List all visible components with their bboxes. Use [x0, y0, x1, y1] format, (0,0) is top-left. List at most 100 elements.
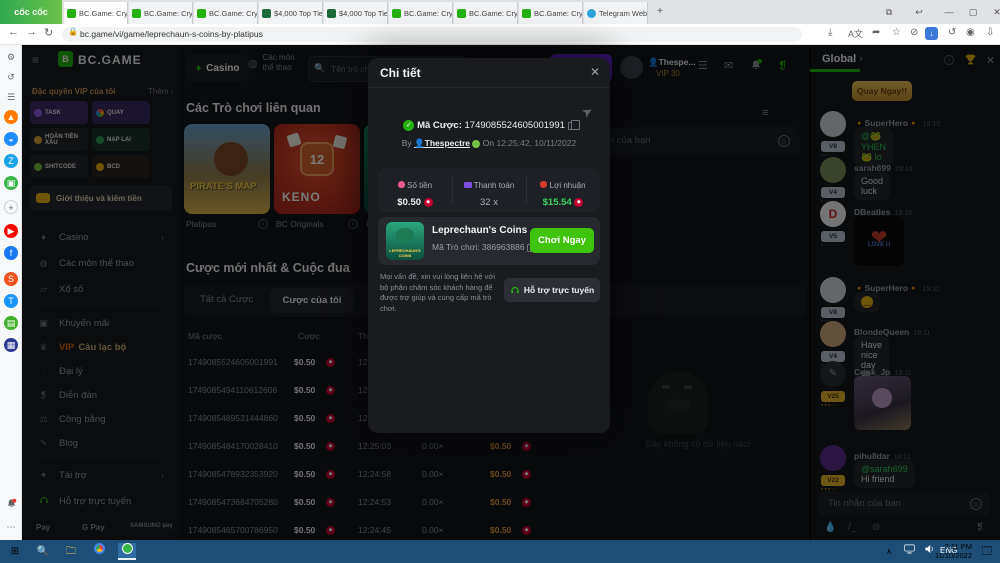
emoji-picker-icon[interactable]: ☺	[778, 135, 790, 147]
back-icon[interactable]: ←	[8, 26, 19, 38]
browser-tab[interactable]: BC.Game: Crypto×	[194, 2, 258, 24]
tiki-icon[interactable]: T	[4, 294, 18, 308]
session-restore-icon[interactable]: ↩	[908, 0, 930, 24]
tab-all-bets[interactable]: Tất cả Cược	[200, 294, 253, 305]
vip-tile-bcd[interactable]: BCD	[92, 155, 150, 178]
copy-icon[interactable]	[568, 122, 575, 130]
chat-toggle-icon[interactable]: ❡	[778, 59, 787, 72]
message-bubble[interactable]: @sarah699 Hi friend	[854, 460, 915, 488]
sidebar-item-affiliate[interactable]: ◌Đại lý	[30, 359, 172, 383]
sidebar-item-casino[interactable]: ♦Casino›	[30, 225, 172, 249]
chat-bubble-icon[interactable]: ❡	[976, 522, 984, 533]
spin-now-button[interactable]: Quay Ngay!!	[852, 81, 912, 101]
vip-tile-reload[interactable]: NẠP LẠI	[92, 128, 150, 151]
file-explorer-icon[interactable]: 🗀	[62, 543, 80, 560]
history-icon[interactable]: ↺	[4, 70, 18, 84]
info-icon[interactable]: i	[258, 219, 268, 229]
comments-sort-icon[interactable]: ≡	[762, 107, 768, 119]
taskbar-search-icon[interactable]: 🔍	[34, 543, 52, 560]
mail-icon[interactable]: ✉	[724, 59, 733, 72]
new-tab-button[interactable]: +	[652, 4, 668, 20]
sports-tab-button[interactable]: ◍ Các mônthể thao	[248, 53, 295, 74]
notifications-bell-icon[interactable]	[4, 498, 18, 512]
minimize-button[interactable]: —	[938, 0, 960, 24]
browser-tab[interactable]: BC.Game: Crypto×	[519, 2, 583, 24]
sidebar-item-promotions[interactable]: ▣Khuyến mãi	[30, 311, 172, 335]
sidebar-item-vip-club[interactable]: ♛VIPCâu lạc bộ	[30, 335, 172, 359]
reading-list-icon[interactable]: ☰	[4, 90, 18, 104]
coccoc-logo[interactable]: cốc cốc	[0, 0, 62, 24]
live-support-button[interactable]: Hỗ trợ trực tuyến	[504, 278, 600, 302]
vip-tile-rakeback[interactable]: HOÀN TIỀN XẤU	[30, 128, 88, 151]
avatar[interactable]	[820, 157, 846, 183]
chat-input[interactable]: Tin nhắn của bạn	[818, 491, 990, 517]
sidebar-item-sports[interactable]: ◍Các môn thể thao	[30, 251, 172, 275]
settings-gear-icon[interactable]: ⚙	[4, 50, 18, 64]
downloads-tray-icon[interactable]: ⇩	[986, 27, 994, 38]
coccoc-taskbar-icon[interactable]	[118, 543, 136, 560]
avatar[interactable]: ✎	[820, 361, 846, 387]
sidebar-item-blog[interactable]: ✎Blog	[30, 431, 172, 455]
browser-tab[interactable]: $4,000 Top Tier×	[324, 2, 388, 24]
avatar[interactable]	[620, 56, 643, 79]
games-icon[interactable]: ▣	[4, 176, 18, 190]
start-button[interactable]: ⊞	[6, 543, 24, 560]
provider-label[interactable]: Platipus	[186, 219, 216, 229]
sidebar-item-fairness[interactable]: ⚖Công bằng	[30, 407, 172, 431]
game-thumbnail[interactable]: LEPRECHAUN'S COINS	[386, 222, 424, 260]
message-bubble[interactable]: ‿	[854, 292, 880, 312]
modal-close-icon[interactable]: ✕	[590, 65, 600, 79]
game-card-pirates-map[interactable]: PIRATE'S MAP	[184, 124, 270, 214]
close-window-button[interactable]: ✕	[986, 0, 1000, 24]
facebook-icon[interactable]: f	[4, 246, 18, 260]
game-card-keno[interactable]: 12 KENO	[274, 124, 360, 214]
vip-tile-shitcode[interactable]: SHITCODE	[30, 155, 88, 178]
message-bubble[interactable]: Good luck	[854, 172, 890, 200]
sync-icon[interactable]: ↺	[948, 27, 956, 38]
share-icon[interactable]: ➤	[579, 102, 596, 121]
reload-icon[interactable]: ↻	[44, 26, 53, 39]
browser-tab[interactable]: BC.Game: Crypto×	[454, 2, 518, 24]
taskbar-clock[interactable]: 7:11 PM11/10/2022	[935, 542, 972, 560]
vip-more-link[interactable]: Thêm ›	[148, 87, 173, 96]
referral-banner[interactable]: Giới thiệu và kiếm tiền	[30, 185, 172, 211]
browser-tab[interactable]: BC.Game: Crypto×	[389, 2, 453, 24]
bcgame-logo-text[interactable]: BC.GAME	[78, 53, 142, 67]
trophy-icon[interactable]	[964, 53, 977, 71]
avatar[interactable]: D	[820, 201, 846, 227]
bettor-link[interactable]: 👤Thespectre	[414, 138, 470, 148]
sidebar-item-live-support[interactable]: Hỗ trợ trực tuyến	[30, 489, 172, 513]
bookmark-star-icon[interactable]: ☆	[892, 27, 901, 38]
add-app-icon[interactable]: +	[4, 200, 18, 214]
provider-label[interactable]: BC Originals	[276, 219, 324, 229]
transactions-icon[interactable]: ☰	[698, 59, 708, 72]
chat-info-icon[interactable]: i	[944, 55, 954, 65]
vip-tile-task[interactable]: TASK	[30, 101, 88, 124]
sidebar-item-lottery[interactable]: ▱Xổ số	[30, 277, 172, 301]
download-manager-icon[interactable]: ↓	[925, 27, 938, 40]
youtube-icon[interactable]: ▶	[4, 224, 18, 238]
vip-tile-spin[interactable]: QUAY	[92, 101, 150, 124]
url-bar[interactable]: bc.game/vi/game/leprechaun-s-coins-by-pl…	[62, 27, 802, 42]
avatar[interactable]	[820, 277, 846, 303]
split-screen-icon[interactable]: ⧉	[878, 0, 900, 24]
menu-hamburger-icon[interactable]: ≡	[32, 53, 39, 67]
share-page-icon[interactable]: ➦	[872, 27, 880, 38]
play-now-button[interactable]: Chơi Ngay	[530, 228, 594, 253]
zalo-icon[interactable]: Z	[4, 154, 18, 168]
browser-tab[interactable]: BC.Game: Crypto×	[64, 2, 128, 24]
gif-icon[interactable]: ⊘	[872, 522, 880, 533]
adblock-shield-icon[interactable]: ⊘	[910, 27, 918, 38]
avatar[interactable]	[820, 111, 846, 137]
app-icon[interactable]: ▦	[4, 338, 18, 352]
action-center-icon[interactable]: 🗔	[978, 543, 996, 560]
casino-tab-button[interactable]: ♦ Casino	[186, 55, 249, 81]
sidebar-item-forum[interactable]: ❡Diễn đàn	[30, 383, 172, 407]
coin-rain-icon[interactable]: 💧	[824, 522, 836, 533]
forward-icon[interactable]: →	[26, 26, 37, 38]
tab-my-bets[interactable]: Cược của tôi	[270, 288, 354, 313]
chat-emoji-icon[interactable]: ☺	[970, 498, 982, 510]
browser-tab[interactable]: Telegram Web×	[584, 2, 648, 24]
chat-close-icon[interactable]: ✕	[986, 54, 995, 67]
gif-image[interactable]	[854, 376, 911, 430]
